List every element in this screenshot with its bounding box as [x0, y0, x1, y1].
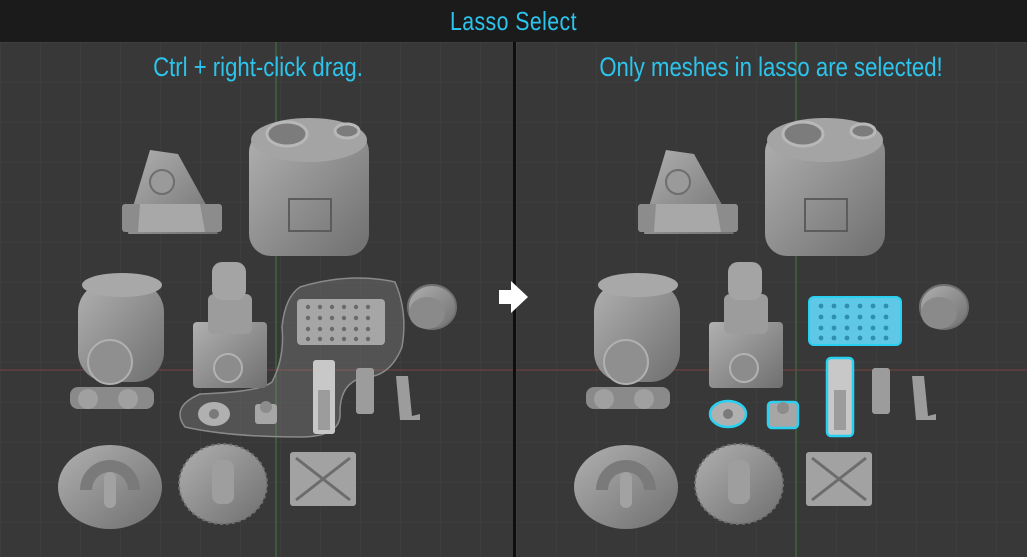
mesh-valve[interactable] [198, 402, 230, 426]
mesh-lid[interactable] [919, 284, 969, 330]
mesh-tank[interactable] [249, 118, 369, 256]
mesh-disc-handle[interactable] [574, 445, 678, 529]
mesh-valve-selected[interactable] [708, 399, 748, 429]
result-caption: Only meshes in lasso are selected! [599, 52, 943, 82]
viewport-after[interactable]: Only meshes in lasso are selected! [516, 42, 1027, 557]
mesh-tank[interactable] [765, 118, 885, 256]
mesh-disc-handle[interactable] [58, 445, 162, 529]
mesh-small-bar[interactable] [356, 368, 374, 414]
mesh-panel-x[interactable] [290, 452, 356, 506]
viewport-before[interactable]: Ctrl + right-click drag. [0, 42, 513, 557]
instruction-caption: Ctrl + right-click drag. [153, 52, 363, 82]
arrow-right-icon [499, 281, 528, 313]
mesh-tall-bracket[interactable] [313, 360, 335, 434]
scene-after [516, 42, 1027, 557]
mesh-perforated-plate[interactable] [297, 299, 385, 345]
scene-before [0, 42, 513, 557]
page-title: Lasso Select [450, 5, 577, 36]
mesh-panel-x[interactable] [806, 452, 872, 506]
mesh-disc-slotted[interactable] [694, 443, 784, 525]
mesh-small-bar[interactable] [872, 368, 890, 414]
mesh-lid[interactable] [407, 284, 457, 330]
mesh-tall-bracket-selected[interactable] [825, 356, 855, 438]
title-bar: Lasso Select [0, 0, 1027, 42]
mesh-disc-slotted[interactable] [178, 443, 268, 525]
mesh-knob[interactable] [255, 401, 277, 424]
mesh-perforated-plate-selected[interactable] [808, 296, 902, 346]
mesh-knob-selected[interactable] [766, 400, 800, 430]
